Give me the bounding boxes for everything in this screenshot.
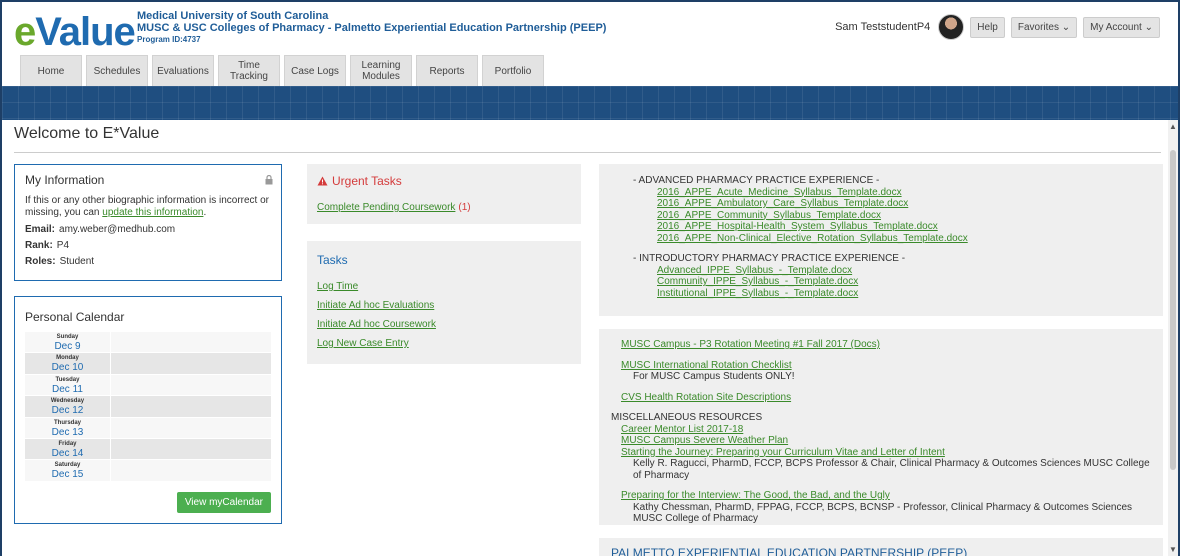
syllabus-doc-link[interactable]: 2016_APPE_Hospital-Health_System_Syllabu… [657, 221, 1143, 233]
personal-calendar-card: Personal Calendar Sunday Dec 9 Monday Dec … [14, 296, 282, 524]
urgent-tasks-title: Urgent Tasks [317, 174, 571, 188]
scroll-up-icon[interactable]: ▲ [1169, 122, 1177, 131]
calendar-list: Sunday Dec 9 Monday Dec 10 Tuesday Dec 11 W… [25, 332, 271, 482]
peep-title: PALMETTO EXPERIENTIAL EDUCATION PARTNERS… [611, 546, 968, 556]
initiate-adhoc-evaluations-link[interactable]: Initiate Ad hoc Evaluations [317, 300, 571, 311]
user-name: Sam TeststudentP4 [835, 21, 931, 33]
main-content: Welcome to E*Value My Information If thi… [2, 120, 1172, 556]
title-divider [14, 152, 1161, 153]
syllabi-panel: - ADVANCED PHARMACY PRACTICE EXPERIENCE … [599, 164, 1163, 316]
header-banner [2, 86, 1178, 120]
calendar-day-row[interactable]: Friday Dec 14 [25, 438, 271, 461]
personal-calendar-title: Personal Calendar [25, 310, 125, 324]
tab-portfolio[interactable]: Portfolio [482, 55, 544, 86]
initiate-adhoc-coursework-link[interactable]: Initiate Ad hoc Coursework [317, 319, 571, 330]
email-value: amy.weber@medhub.com [59, 224, 176, 235]
cvs-site-descriptions-link[interactable]: CVS Health Rotation Site Descriptions [621, 392, 1151, 404]
email-row: Email: amy.weber@medhub.com [25, 224, 176, 235]
syllabus-doc-link[interactable]: 2016_APPE_Non-Clinical_Elective_Rotation… [657, 233, 1143, 245]
update-information-link[interactable]: update this information [102, 207, 203, 218]
roles-value: Student [59, 256, 95, 267]
my-account-dropdown[interactable]: My Account ⌄ [1083, 16, 1160, 38]
tasks-panel: Tasks Log Time Initiate Ad hoc Evaluatio… [307, 241, 581, 364]
calendar-day-row[interactable]: Thursday Dec 13 [25, 417, 271, 439]
user-area: Sam TeststudentP4 Help Favorites ⌄ My Ac… [835, 14, 1160, 40]
calendar-day-row[interactable]: Saturday Dec 15 [25, 460, 271, 482]
lock-icon[interactable] [265, 175, 273, 185]
p3-rotation-meeting-link[interactable]: MUSC Campus - P3 Rotation Meeting #1 Fal… [621, 339, 1151, 351]
favorites-dropdown[interactable]: Favorites ⌄ [1010, 16, 1078, 38]
calendar-day-row[interactable]: Tuesday Dec 11 [25, 374, 271, 397]
urgent-tasks-panel: Urgent Tasks Complete Pending Coursework… [307, 164, 581, 224]
severe-weather-plan-link[interactable]: MUSC Campus Severe Weather Plan [621, 435, 1151, 447]
institution-name: Medical University of South Carolina [137, 10, 329, 22]
international-note: For MUSC Campus Students ONLY! [633, 371, 795, 382]
header: eValue Medical University of South Carol… [2, 2, 1178, 86]
my-information-title: My Information [25, 173, 105, 187]
complete-pending-coursework-link[interactable]: Complete Pending Coursework [317, 202, 455, 213]
tasks-title: Tasks [317, 253, 348, 267]
tab-home[interactable]: Home [20, 55, 82, 86]
interview-prep-link[interactable]: Preparing for the Interview: The Good, t… [621, 490, 1151, 502]
rank-value: P4 [56, 240, 70, 251]
syllabus-doc-link[interactable]: Institutional_IPPE_Syllabus_-_Template.d… [657, 288, 1143, 300]
tab-learning-modules[interactable]: Learning Modules [350, 55, 412, 86]
tab-schedules[interactable]: Schedules [86, 55, 148, 86]
syllabus-doc-link[interactable]: Community_IPPE_Syllabus_-_Template.docx [657, 276, 1143, 288]
log-time-link[interactable]: Log Time [317, 281, 571, 292]
institution-subtitle: MUSC & USC Colleges of Pharmacy - Palmet… [137, 22, 607, 34]
appe-heading: - ADVANCED PHARMACY PRACTICE EXPERIENCE … [633, 175, 880, 186]
calendar-day-row[interactable]: Sunday Dec 9 [25, 332, 271, 354]
scrollbar[interactable]: ▲ ▼ [1168, 120, 1178, 556]
journey-presenter: Kelly R. Ragucci, PharmD, FCCP, BCPS Pro… [633, 458, 1150, 481]
warning-icon [317, 176, 328, 186]
curriculum-vitae-link[interactable]: Starting the Journey: Preparing your Cur… [621, 447, 1151, 459]
info-instructions: If this or any other biographic informat… [25, 195, 269, 218]
page-title: Welcome to E*Value [14, 125, 160, 142]
tab-evaluations[interactable]: Evaluations [152, 55, 214, 86]
urgent-count-badge: (1) [458, 202, 471, 213]
help-button[interactable]: Help [970, 16, 1005, 38]
calendar-day-row[interactable]: Wednesday Dec 12 [25, 396, 271, 418]
syllabus-doc-link[interactable]: 2016_APPE_Acute_Medicine_Syllabus_Templa… [657, 187, 1143, 199]
interview-presenter: Kathy Chessman, PharmD, FPPAG, FCCP, BCP… [633, 501, 1133, 525]
program-id: Program ID:4737 [137, 35, 201, 44]
syllabus-doc-link[interactable]: Advanced_IPPE_Syllabus_-_Template.docx [657, 265, 1143, 277]
international-rotation-checklist-link[interactable]: MUSC International Rotation Checklist [621, 360, 1151, 372]
misc-resources-heading: MISCELLANEOUS RESOURCES [611, 412, 763, 423]
scroll-down-icon[interactable]: ▼ [1169, 545, 1177, 554]
career-mentor-list-link[interactable]: Career Mentor List 2017-18 [621, 424, 1151, 436]
log-new-case-entry-link[interactable]: Log New Case Entry [317, 338, 571, 349]
rank-row: Rank: P4 [25, 240, 70, 251]
calendar-day-row[interactable]: Monday Dec 10 [25, 353, 271, 375]
syllabus-doc-link[interactable]: 2016_APPE_Ambulatory_Care_Syllabus_Templ… [657, 198, 1143, 210]
roles-row: Roles: Student [25, 256, 95, 267]
tab-time-tracking[interactable]: Time Tracking [218, 55, 280, 86]
tab-case-logs[interactable]: Case Logs [284, 55, 346, 86]
urgent-task-item: Complete Pending Coursework (1) [317, 202, 571, 213]
institution-info: Medical University of South Carolina MUS… [137, 10, 606, 46]
peep-panel: PALMETTO EXPERIENTIAL EDUCATION PARTNERS… [599, 538, 1163, 556]
ippe-heading: - INTRODUCTORY PHARMACY PRACTICE EXPERIE… [633, 253, 906, 264]
avatar[interactable] [938, 14, 965, 40]
scroll-thumb[interactable] [1170, 150, 1176, 470]
main-nav: Home Schedules Evaluations Time Tracking… [20, 55, 544, 86]
tab-reports[interactable]: Reports [416, 55, 478, 86]
evalue-logo[interactable]: eValue [14, 12, 136, 52]
view-mycalendar-button[interactable]: View myCalendar [176, 492, 271, 513]
app-frame: eValue Medical University of South Carol… [2, 2, 1178, 556]
resources-panel: MUSC Campus - P3 Rotation Meeting #1 Fal… [599, 329, 1163, 525]
syllabus-doc-link[interactable]: 2016_APPE_Community_Syllabus_Template.do… [657, 210, 1143, 222]
my-information-card: My Information If this or any other biog… [14, 164, 282, 281]
